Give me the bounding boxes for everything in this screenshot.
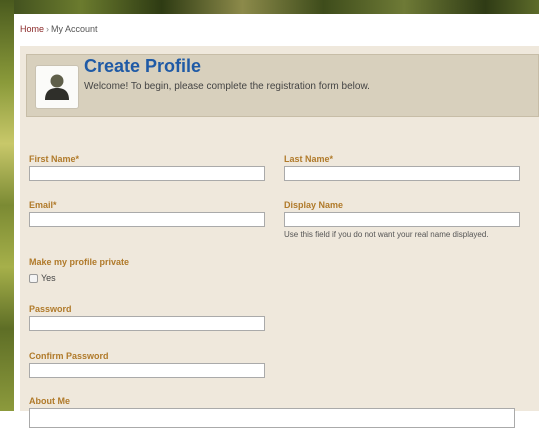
private-profile-checkbox[interactable] — [29, 274, 38, 283]
breadcrumb-home-link[interactable]: Home — [20, 24, 44, 34]
profile-header: Create Profile Welcome! To begin, please… — [26, 54, 539, 117]
breadcrumb-current: My Account — [51, 24, 98, 34]
required-marker: * — [53, 200, 57, 210]
background-photo-top — [0, 0, 539, 14]
private-profile-option-label[interactable]: Yes — [41, 273, 56, 283]
page: Home › My Account Create Profile Welcome! … — [14, 14, 539, 428]
first-name-label: First Name* — [29, 154, 79, 164]
confirm-password-input[interactable] — [29, 363, 265, 378]
email-input[interactable] — [29, 212, 265, 227]
private-profile-label: Make my profile private — [29, 257, 130, 267]
breadcrumb: Home › My Account — [20, 24, 98, 34]
user-silhouette-icon — [45, 74, 69, 100]
display-name-hint: Use this field if you do not want your r… — [284, 230, 489, 239]
last-name-label-text: Last Name — [284, 154, 330, 164]
password-input[interactable] — [29, 316, 265, 331]
background-photo-left — [0, 0, 14, 411]
display-name-label: Display Name — [284, 200, 344, 210]
display-name-input[interactable] — [284, 212, 520, 227]
about-me-label: About Me — [29, 396, 70, 406]
page-subtitle: Welcome! To begin, please complete the r… — [84, 81, 370, 92]
page-title: Create Profile — [84, 56, 202, 76]
confirm-password-label: Confirm Password — [29, 351, 109, 361]
email-label-text: Email — [29, 200, 54, 210]
password-label: Password — [29, 304, 72, 314]
breadcrumb-separator: › — [46, 24, 50, 34]
last-name-input[interactable] — [284, 166, 520, 181]
email-label: Email* — [29, 200, 57, 210]
last-name-label: Last Name* — [284, 154, 333, 164]
required-marker: * — [329, 154, 334, 164]
required-marker: * — [75, 154, 80, 164]
about-me-textarea[interactable] — [29, 408, 515, 428]
first-name-input[interactable] — [29, 166, 265, 181]
first-name-label-text: First Name — [29, 154, 76, 164]
avatar — [35, 65, 79, 109]
profile-form: Create Profile Welcome! To begin, please… — [20, 46, 539, 428]
